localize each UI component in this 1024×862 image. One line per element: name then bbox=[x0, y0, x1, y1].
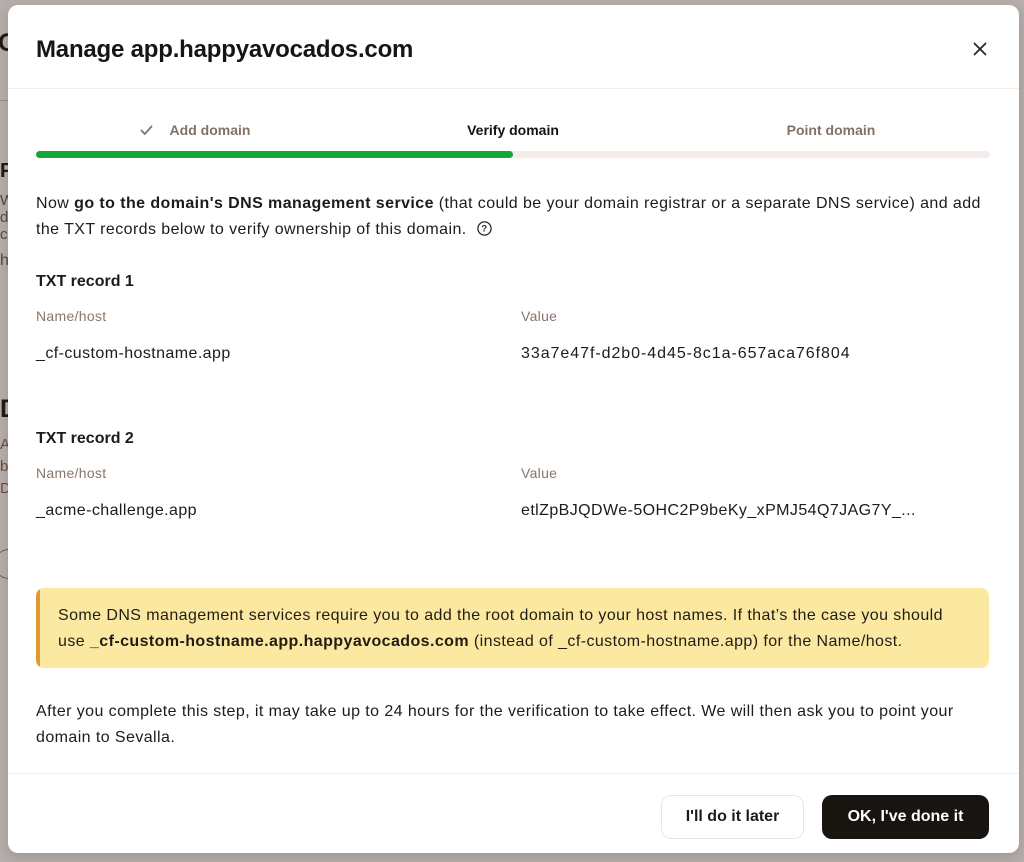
svg-text:?: ? bbox=[481, 224, 487, 235]
